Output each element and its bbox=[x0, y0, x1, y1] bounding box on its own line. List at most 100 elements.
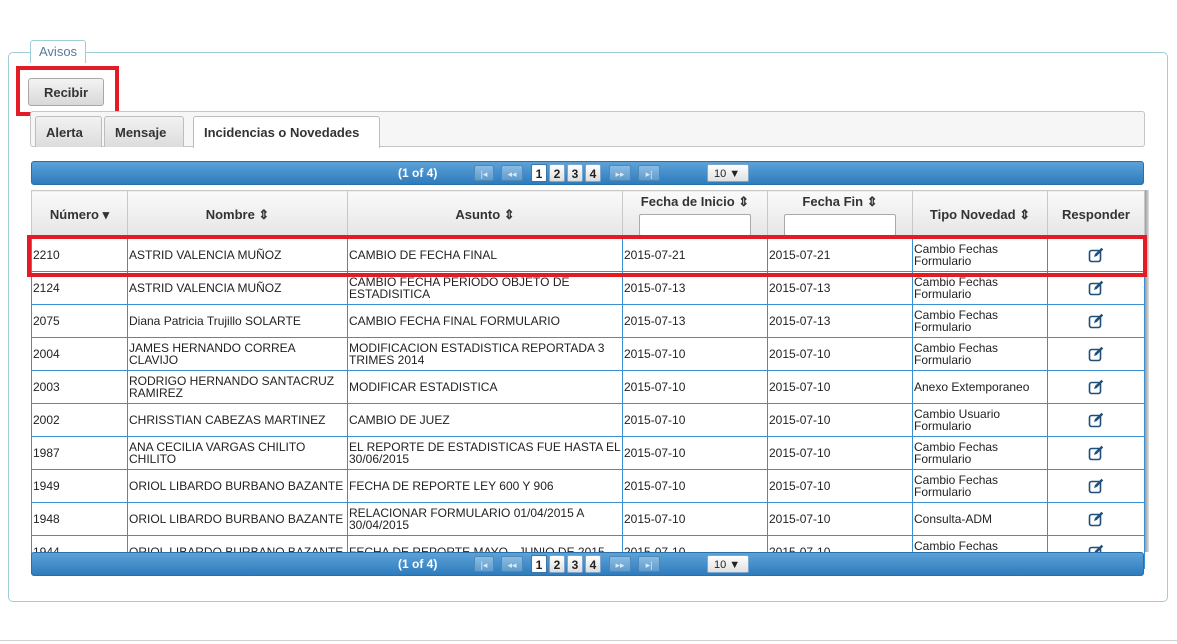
cell-asunto: CAMBIO DE JUEZ bbox=[347, 403, 623, 437]
rows-per-page-select[interactable]: 10 ▼ bbox=[707, 164, 749, 182]
cell-fin: 2015-07-13 bbox=[767, 271, 913, 305]
fecha-inicio-filter-input[interactable] bbox=[639, 213, 751, 236]
page-2-button[interactable]: 2 bbox=[549, 555, 565, 573]
page-info: (1 of 4) bbox=[398, 166, 438, 180]
cell-responder bbox=[1047, 370, 1145, 404]
cell-tipo: Cambio Fechas Formulario bbox=[912, 469, 1048, 503]
table-row[interactable]: 2124 ASTRID VALENCIA MUÑOZ CAMBIO FECHA PE… bbox=[31, 271, 1145, 305]
edit-icon[interactable] bbox=[1088, 478, 1104, 494]
paginator-bottom: (1 of 4) |◂ ◂◂ 1 2 3 4 ▸▸ ▸| 10 ▼ bbox=[31, 552, 1144, 576]
cell-inicio: 2015-07-10 bbox=[622, 469, 768, 503]
cell-nombre: ASTRID VALENCIA MUÑOZ bbox=[127, 238, 348, 272]
cell-nombre: CHRISSTIAN CABEZAS MARTINEZ bbox=[127, 403, 348, 437]
cell-responder bbox=[1047, 337, 1145, 371]
col-header-nombre[interactable]: Nombre ⇕ bbox=[127, 190, 348, 239]
cell-tipo: Cambio Fechas Formulario bbox=[912, 337, 1048, 371]
page-4-button[interactable]: 4 bbox=[585, 555, 601, 573]
cell-responder bbox=[1047, 238, 1145, 272]
prev-page-icon[interactable]: ◂◂ bbox=[501, 556, 523, 572]
cell-inicio: 2015-07-13 bbox=[622, 304, 768, 338]
cell-inicio: 2015-07-21 bbox=[622, 238, 768, 272]
cell-responder bbox=[1047, 271, 1145, 305]
page-1-button[interactable]: 1 bbox=[531, 555, 547, 573]
edit-icon[interactable] bbox=[1088, 247, 1104, 263]
cell-fin: 2015-07-21 bbox=[767, 238, 913, 272]
table-row[interactable]: 2003 RODRIGO HERNANDO SANTACRUZ RAMIREZ MO… bbox=[31, 370, 1145, 404]
cell-tipo: Cambio Fechas Formulario bbox=[912, 238, 1048, 272]
cell-numero: 1949 bbox=[31, 469, 128, 503]
cell-fin: 2015-07-10 bbox=[767, 403, 913, 437]
table-row[interactable]: 2075 Diana Patricia Trujillo SOLARTE CAMBI… bbox=[31, 304, 1145, 338]
cell-fin: 2015-07-10 bbox=[767, 502, 913, 536]
cell-asunto: CAMBIO DE FECHA FINAL bbox=[347, 238, 623, 272]
cell-nombre: ANA CECILIA VARGAS CHILITO CHILITO bbox=[127, 436, 348, 470]
cell-tipo: Cambio Usuario Formulario bbox=[912, 403, 1048, 437]
col-header-asunto[interactable]: Asunto ⇕ bbox=[347, 190, 623, 239]
col-header-tipo-novedad[interactable]: Tipo Novedad ⇕ bbox=[912, 190, 1048, 239]
prev-page-icon[interactable]: ◂◂ bbox=[501, 165, 523, 181]
col-header-numero[interactable]: Número ▾ bbox=[31, 190, 128, 239]
edit-icon[interactable] bbox=[1088, 412, 1104, 428]
cell-inicio: 2015-07-10 bbox=[622, 370, 768, 404]
next-page-icon[interactable]: ▸▸ bbox=[609, 165, 631, 181]
table-row[interactable]: 2004 JAMES HERNANDO CORREA CLAVIJO MODIFIC… bbox=[31, 337, 1145, 371]
col-header-fecha-fin[interactable]: Fecha Fin ⇕ bbox=[767, 190, 913, 239]
cell-fin: 2015-07-10 bbox=[767, 436, 913, 470]
table-row[interactable]: 2210 ASTRID VALENCIA MUÑOZ CAMBIO DE FECHA… bbox=[31, 238, 1145, 272]
next-page-icon[interactable]: ▸▸ bbox=[609, 556, 631, 572]
cell-asunto: CAMBIO FECHA PERIODO OBJETO DE ESTADISIT… bbox=[347, 271, 623, 305]
cell-numero: 2004 bbox=[31, 337, 128, 371]
cell-responder bbox=[1047, 304, 1145, 338]
last-page-icon[interactable]: ▸| bbox=[638, 556, 660, 572]
last-page-icon[interactable]: ▸| bbox=[638, 165, 660, 181]
col-header-fecha-inicio[interactable]: Fecha de Inicio ⇕ bbox=[622, 190, 768, 239]
col-header-responder: Responder bbox=[1047, 190, 1145, 239]
cell-responder bbox=[1047, 469, 1145, 503]
tab-incidencias[interactable]: Incidencias o Novedades bbox=[193, 116, 380, 148]
first-page-icon[interactable]: |◂ bbox=[474, 556, 494, 572]
edit-icon[interactable] bbox=[1088, 511, 1104, 527]
edit-icon[interactable] bbox=[1088, 346, 1104, 362]
table-row[interactable]: 1987 ANA CECILIA VARGAS CHILITO CHILITO EL… bbox=[31, 436, 1145, 470]
cell-numero: 2210 bbox=[31, 238, 128, 272]
cell-nombre: ORIOL LIBARDO BURBANO BAZANTE bbox=[127, 469, 348, 503]
page-3-button[interactable]: 3 bbox=[567, 555, 583, 573]
cell-responder bbox=[1047, 403, 1145, 437]
table-header-row: Número ▾ Nombre ⇕ Asunto ⇕ Fecha de Inic… bbox=[31, 190, 1145, 239]
page-2-button[interactable]: 2 bbox=[549, 164, 565, 182]
page-4-button[interactable]: 4 bbox=[585, 164, 601, 182]
cell-asunto: MODIFICAR ESTADISTICA bbox=[347, 370, 623, 404]
footer-divider bbox=[0, 640, 1177, 641]
cell-numero: 2002 bbox=[31, 403, 128, 437]
tab-mensaje[interactable]: Mensaje bbox=[104, 116, 184, 147]
table-row[interactable]: 2002 CHRISSTIAN CABEZAS MARTINEZ CAMBIO DE… bbox=[31, 403, 1145, 437]
edit-icon[interactable] bbox=[1088, 313, 1104, 329]
tab-alerta[interactable]: Alerta bbox=[35, 116, 102, 147]
table-shadow bbox=[1145, 190, 1149, 552]
tab-bar: Alerta Mensaje Incidencias o Novedades bbox=[30, 111, 1145, 148]
cell-responder bbox=[1047, 502, 1145, 536]
table-row[interactable]: 1948 ORIOL LIBARDO BURBANO BAZANTE RELACIO… bbox=[31, 502, 1145, 536]
page-info: (1 of 4) bbox=[398, 557, 438, 571]
first-page-icon[interactable]: |◂ bbox=[474, 165, 494, 181]
fecha-fin-filter-input[interactable] bbox=[784, 213, 896, 236]
page-3-button[interactable]: 3 bbox=[567, 164, 583, 182]
cell-tipo: Cambio Fechas Formulario bbox=[912, 436, 1048, 470]
cell-numero: 1948 bbox=[31, 502, 128, 536]
cell-numero: 2124 bbox=[31, 271, 128, 305]
edit-icon[interactable] bbox=[1088, 379, 1104, 395]
page-1-button[interactable]: 1 bbox=[531, 164, 547, 182]
cell-inicio: 2015-07-10 bbox=[622, 436, 768, 470]
cell-fin: 2015-07-10 bbox=[767, 337, 913, 371]
cell-inicio: 2015-07-10 bbox=[622, 502, 768, 536]
edit-icon[interactable] bbox=[1088, 280, 1104, 296]
cell-tipo: Consulta-ADM bbox=[912, 502, 1048, 536]
cell-inicio: 2015-07-10 bbox=[622, 337, 768, 371]
cell-nombre: ASTRID VALENCIA MUÑOZ bbox=[127, 271, 348, 305]
table-row[interactable]: 1949 ORIOL LIBARDO BURBANO BAZANTE FECHA D… bbox=[31, 469, 1145, 503]
cell-asunto: FECHA DE REPORTE LEY 600 Y 906 bbox=[347, 469, 623, 503]
edit-icon[interactable] bbox=[1088, 445, 1104, 461]
rows-per-page-select[interactable]: 10 ▼ bbox=[707, 555, 749, 573]
incidencias-table: Número ▾ Nombre ⇕ Asunto ⇕ Fecha de Inic… bbox=[31, 190, 1145, 569]
cell-asunto: EL REPORTE DE ESTADISTICAS FUE HASTA EL … bbox=[347, 436, 623, 470]
